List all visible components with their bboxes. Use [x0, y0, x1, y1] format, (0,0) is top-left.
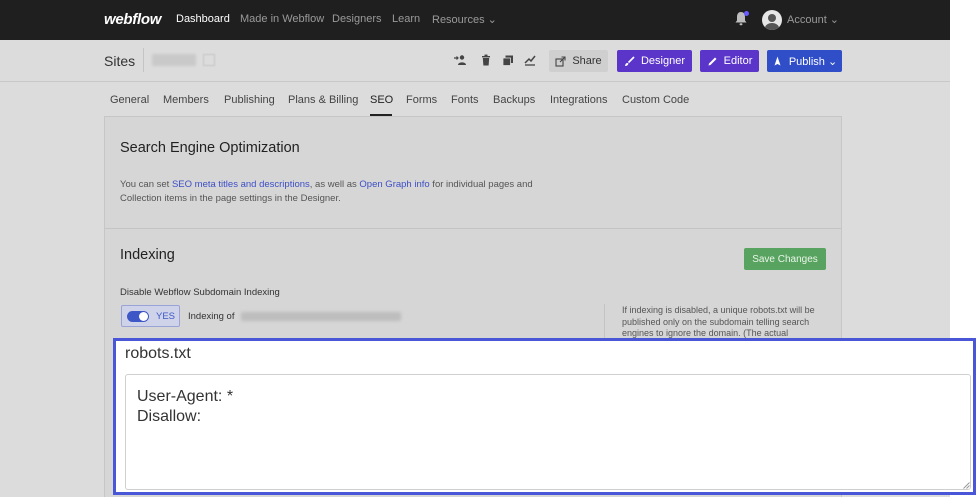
open-graph-link[interactable]: Open Graph info [359, 179, 429, 190]
divider [143, 48, 144, 72]
sites-title[interactable]: Sites [104, 53, 135, 69]
tab-members[interactable]: Members [163, 94, 209, 106]
share-button[interactable]: Share [549, 50, 608, 72]
designer-button[interactable]: Designer [617, 50, 692, 72]
account-menu[interactable]: Account ⌄ [787, 13, 839, 26]
publish-button[interactable]: Publish ⌄ [767, 50, 842, 72]
transfer-site-icon[interactable] [454, 54, 466, 66]
share-label: Share [572, 55, 602, 67]
seo-text-part: You can set [120, 179, 172, 190]
tab-integrations[interactable]: Integrations [550, 94, 607, 106]
tab-seo[interactable]: SEO [370, 94, 393, 106]
editor-label: Editor [723, 55, 753, 67]
tab-general[interactable]: General [110, 94, 149, 106]
archive-icon[interactable] [524, 54, 536, 66]
section-divider [105, 228, 841, 229]
robots-txt-callout: robots.txt User-Agent: * Disallow: [113, 338, 976, 495]
user-avatar[interactable] [762, 10, 782, 30]
editor-button[interactable]: Editor [700, 50, 759, 72]
toggle-state-label: YES [156, 311, 176, 322]
nav-designers[interactable]: Designers [332, 13, 382, 25]
toggle-track [127, 311, 149, 322]
seo-description: You can set SEO meta titles and descript… [120, 178, 550, 206]
robots-txt-textarea[interactable]: User-Agent: * Disallow: [125, 374, 971, 490]
rocket-icon [774, 56, 781, 65]
tab-backups[interactable]: Backups [493, 94, 535, 106]
top-nav: webflow Dashboard Made in Webflow Design… [0, 0, 950, 40]
designer-label: Designer [640, 55, 686, 67]
disable-indexing-label: Disable Webflow Subdomain Indexing [120, 287, 280, 298]
duplicate-icon[interactable] [502, 54, 514, 66]
tab-custom-code[interactable]: Custom Code [622, 94, 689, 106]
tab-fonts[interactable]: Fonts [451, 94, 479, 106]
nav-resources[interactable]: Resources ⌄ [432, 13, 497, 26]
seo-section-title: Search Engine Optimization [120, 140, 300, 156]
pencil-icon [708, 57, 717, 65]
tab-forms[interactable]: Forms [406, 94, 437, 106]
save-changes-button[interactable]: Save Changes [744, 248, 826, 270]
blurred-subdomain-url [241, 312, 401, 321]
nav-made-in-webflow[interactable]: Made in Webflow [240, 13, 324, 25]
brush-icon [624, 55, 635, 66]
tab-publishing[interactable]: Publishing [224, 94, 275, 106]
share-icon [555, 55, 566, 67]
seo-text-part: , as well as [309, 179, 360, 190]
toggle-knob [139, 312, 148, 321]
notification-dot [744, 11, 749, 16]
indexing-section-title: Indexing [120, 247, 175, 263]
disable-indexing-toggle[interactable]: YES [121, 305, 180, 327]
tab-plans-billing[interactable]: Plans & Billing [288, 94, 358, 106]
trash-icon[interactable] [480, 54, 492, 66]
blurred-site-name [152, 54, 196, 66]
seo-meta-link[interactable]: SEO meta titles and descriptions [172, 179, 310, 190]
indexing-help-note: If indexing is disabled, a unique robots… [622, 305, 815, 338]
nav-learn[interactable]: Learn [392, 13, 420, 25]
indexing-of-label: Indexing of [188, 311, 235, 322]
robots-txt-label: robots.txt [125, 345, 191, 362]
publish-label: Publish ⌄ [788, 55, 838, 68]
resize-handle-icon[interactable] [962, 481, 970, 489]
webflow-logo[interactable]: webflow [104, 11, 161, 28]
external-link-icon[interactable] [203, 54, 215, 66]
nav-dashboard[interactable]: Dashboard [176, 13, 230, 25]
